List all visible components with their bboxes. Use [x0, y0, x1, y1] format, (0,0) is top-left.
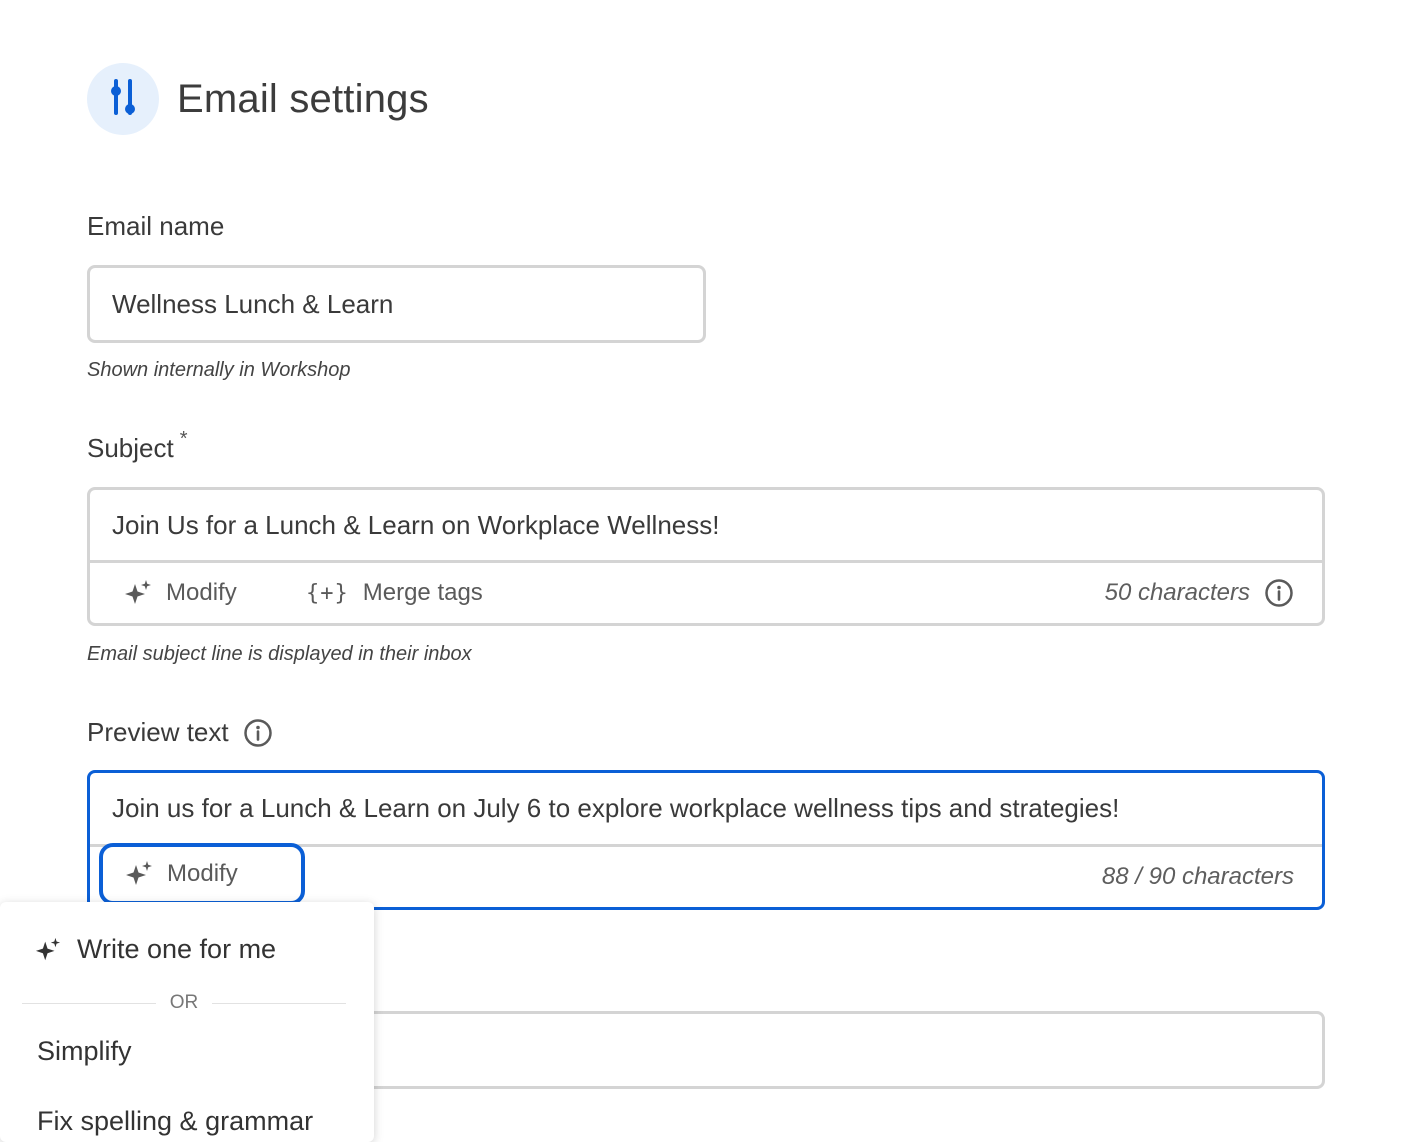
preview-text-value: Join us for a Lunch & Learn on July 6 to… [112, 793, 1120, 823]
menu-item-fix-spelling-label: Fix spelling & grammar [37, 1106, 314, 1136]
page-header: Email settings [87, 63, 429, 135]
subject-modify-label: Modify [166, 579, 237, 606]
preview-text-label: Preview text [87, 717, 273, 748]
subject-label: Subject * [87, 428, 188, 464]
preview-char-count-text: 88 / 90 characters [1101, 863, 1294, 890]
menu-item-simplify[interactable]: Simplify [37, 1036, 132, 1067]
preview-modify-button[interactable]: Modify [99, 843, 305, 905]
subject-toolbar: Modify {+} Merge tags 50 characters [90, 560, 1322, 623]
merge-tags-button[interactable]: {+} Merge tags [306, 563, 483, 623]
info-icon[interactable] [1264, 578, 1294, 608]
divider-line [212, 1002, 346, 1004]
subject-value: Join Us for a Lunch & Learn on Workplace… [112, 509, 720, 540]
preview-text-label-text: Preview text [87, 717, 229, 747]
menu-item-simplify-label: Simplify [37, 1036, 132, 1066]
subject-label-text: Subject [87, 433, 174, 463]
info-icon[interactable] [243, 718, 273, 748]
menu-item-write-one-label: Write one for me [77, 934, 277, 964]
subject-input[interactable]: Join Us for a Lunch & Learn on Workplace… [90, 490, 1322, 560]
preview-char-count: 88 / 90 characters [1102, 847, 1294, 907]
merge-tags-icon: {+} [306, 580, 349, 606]
preview-text-toolbar: Modify 88 / 90 characters [90, 843, 1322, 907]
subject-char-count-text: 50 characters [1104, 579, 1250, 606]
preview-text-field: Join us for a Lunch & Learn on July 6 to… [87, 770, 1325, 910]
email-name-hint: Shown internally in Workshop [87, 359, 351, 381]
subject-modify-button[interactable]: Modify [124, 563, 237, 623]
email-name-label: Email name [87, 211, 224, 242]
menu-item-fix-spelling[interactable]: Fix spelling & grammar [37, 1106, 313, 1137]
sparkle-icon [35, 937, 61, 963]
email-name-input[interactable]: Wellness Lunch & Learn [87, 265, 706, 343]
subject-field: Join Us for a Lunch & Learn on Workplace… [87, 487, 1325, 626]
sparkle-icon [124, 579, 152, 607]
required-marker: * [179, 428, 188, 450]
preview-modify-label: Modify [167, 860, 238, 887]
email-name-label-text: Email name [87, 211, 225, 241]
merge-tags-label: Merge tags [362, 579, 483, 606]
page-title: Email settings [177, 76, 429, 121]
sparkle-icon [125, 860, 153, 888]
email-name-value: Wellness Lunch & Learn [112, 288, 394, 319]
menu-item-write-one[interactable]: Write one for me [35, 934, 276, 965]
preview-text-input[interactable]: Join us for a Lunch & Learn on July 6 to… [90, 773, 1322, 844]
divider-or-label: OR [169, 992, 199, 1013]
menu-divider: OR [22, 990, 346, 1016]
subject-hint: Email subject line is displayed in their… [87, 643, 472, 665]
modify-menu: Write one for me OR Simplify Fix spellin… [0, 902, 374, 1142]
sliders-icon [87, 63, 159, 135]
divider-line [22, 1002, 156, 1004]
subject-char-count: 50 characters [1105, 563, 1294, 623]
